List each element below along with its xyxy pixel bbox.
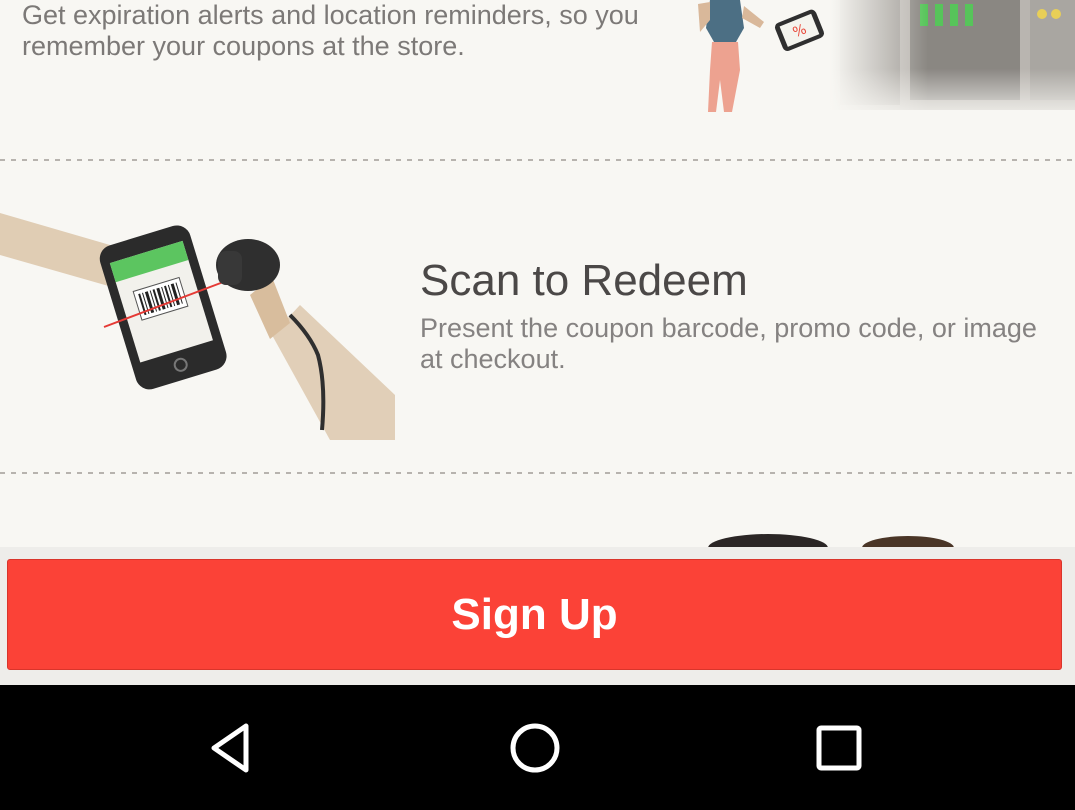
scan-to-redeem-description: Present the coupon barcode, promo code, … <box>420 313 1037 374</box>
back-triangle-icon <box>211 723 249 773</box>
reminder-description: Get expiration alerts and location remin… <box>22 0 639 61</box>
recents-square-icon <box>816 725 862 771</box>
back-button[interactable] <box>202 716 266 780</box>
barcode-scan-illustration <box>0 213 395 440</box>
system-navigation-bar <box>0 685 1075 810</box>
store-shopper-illustration: % <box>698 0 1075 125</box>
scan-to-redeem-title: Scan to Redeem <box>420 256 748 305</box>
section-divider <box>0 159 1075 161</box>
home-circle-icon <box>510 723 560 773</box>
sign-up-button[interactable]: Sign Up <box>7 559 1062 670</box>
signup-footer: Sign Up <box>0 547 1075 685</box>
onboarding-screen: Get expiration alerts and location remin… <box>0 0 1075 685</box>
section-divider <box>0 472 1075 474</box>
home-button[interactable] <box>503 716 567 780</box>
recents-button[interactable] <box>807 716 871 780</box>
